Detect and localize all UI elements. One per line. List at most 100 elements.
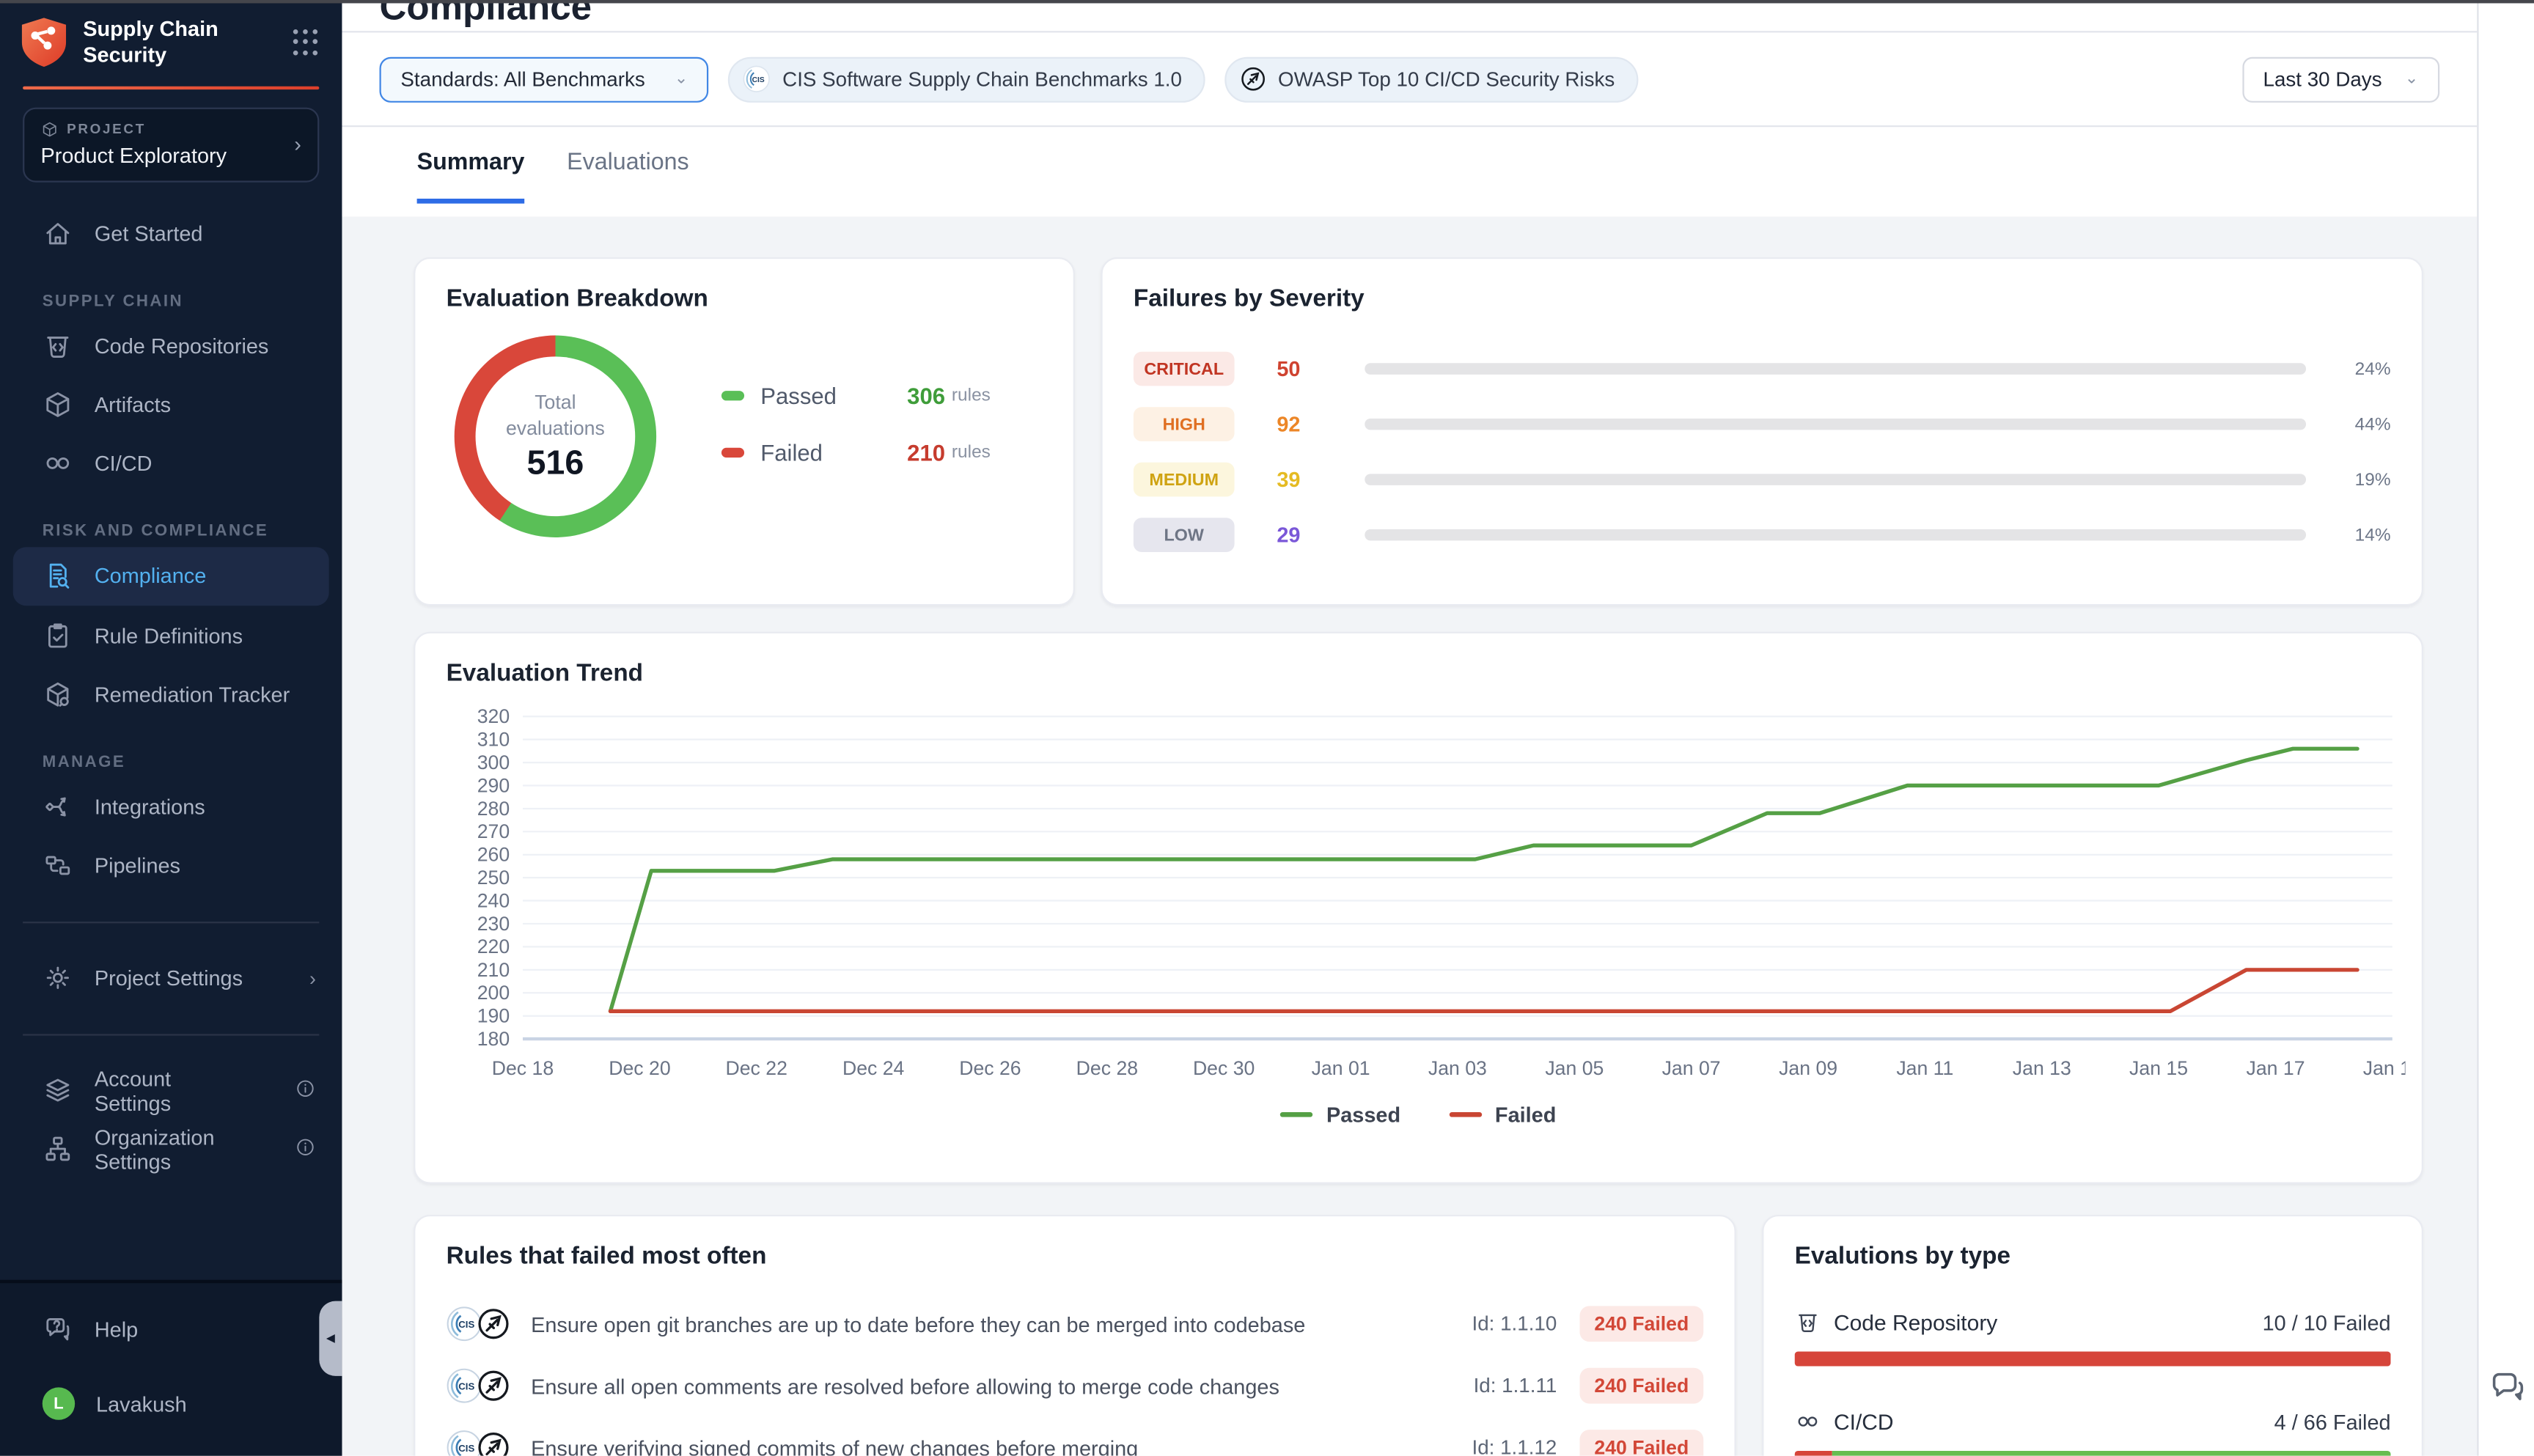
sidebar-item-project-settings[interactable]: Project Settings › [0, 949, 342, 1007]
owasp-logo-icon [476, 1306, 512, 1342]
standards-filter-select[interactable]: Standards: All Benchmarks ⌄ [380, 56, 710, 102]
section-label-manage: MANAGE [43, 753, 342, 771]
svg-text:Jan 05: Jan 05 [1545, 1057, 1604, 1079]
svg-text:CIS: CIS [458, 1319, 474, 1330]
type-row-cicd: CI/CD 4 / 66 Failed [1795, 1408, 2391, 1455]
evaluations-by-type-card: Evalutions by type Code Repository 10 / … [1762, 1215, 2423, 1456]
main-area: Compliance Standards: All Benchmarks ⌄ C… [342, 0, 2477, 1456]
evaluation-trend-card: Evaluation Trend 18019020021022023024025… [414, 632, 2423, 1184]
type-value: 10 / 10 Failed [2263, 1310, 2391, 1334]
avatar: L [43, 1387, 75, 1419]
svg-text:Dec 30: Dec 30 [1193, 1057, 1255, 1079]
svg-text:Jan 15: Jan 15 [2129, 1057, 2188, 1079]
svg-text:Jan 09: Jan 09 [1779, 1057, 1837, 1079]
evaluations-donut-chart: Totalevaluations 516 [455, 336, 656, 537]
trend-legend-failed[interactable]: Failed [1450, 1103, 1557, 1127]
sidebar-divider [23, 921, 319, 922]
section-label-supply-chain: SUPPLY CHAIN [43, 293, 342, 310]
compliance-document-icon [43, 560, 73, 591]
benchmark-chip-owasp[interactable]: OWASP Top 10 CI/CD Security Risks [1224, 56, 1638, 102]
sidebar-item-account-settings[interactable]: Account Settings [0, 1061, 342, 1119]
rule-text: Ensure verifying signed commits of new c… [531, 1435, 1472, 1456]
evaluation-trend-line-chart: 1801902002102202302402502602702802903003… [438, 697, 2405, 1095]
sidebar-item-rule-definitions[interactable]: Rule Definitions [0, 606, 342, 665]
cicd-infinity-icon [43, 448, 73, 479]
rule-row[interactable]: CIS Ensure verifying signed commits of n… [447, 1416, 1704, 1455]
severity-row-critical: CRITICAL 50 24% [1134, 348, 2391, 389]
artifacts-cube-icon [43, 389, 73, 420]
rule-row[interactable]: CIS Ensure all open comments are resolve… [447, 1355, 1704, 1416]
svg-text:210: 210 [477, 959, 510, 981]
svg-text:250: 250 [477, 867, 510, 889]
rule-id: Id: 1.1.10 [1472, 1312, 1557, 1335]
svg-text:Dec 22: Dec 22 [725, 1057, 787, 1079]
card-title: Evalutions by type [1763, 1216, 2421, 1270]
chevron-down-icon: ⌄ [2405, 70, 2419, 88]
svg-text:Jan 17: Jan 17 [2247, 1057, 2305, 1079]
svg-text:CIS: CIS [753, 76, 765, 84]
svg-text:Jan 13: Jan 13 [2013, 1057, 2071, 1079]
integrations-share-icon [43, 791, 73, 822]
svg-text:300: 300 [477, 751, 510, 773]
sidebar-item-artifacts[interactable]: Artifacts [0, 375, 342, 434]
sidebar-item-remediation-tracker[interactable]: Remediation Tracker [0, 665, 342, 724]
brand-name: Supply Chain Security [83, 16, 279, 69]
app-switcher-grid-icon[interactable] [293, 30, 320, 56]
svg-text:200: 200 [477, 982, 510, 1004]
sidebar-item-organization-settings[interactable]: Organization Settings [0, 1119, 342, 1178]
passed-color-swatch [721, 390, 744, 400]
sidebar: Supply Chain Security PROJECT Product Ex… [0, 0, 342, 1456]
sidebar-item-cicd[interactable]: CI/CD [0, 434, 342, 493]
card-title: Rules that failed most often [415, 1216, 1734, 1270]
info-icon[interactable] [295, 1077, 316, 1103]
svg-text:320: 320 [477, 705, 510, 727]
cicd-infinity-icon [1795, 1408, 1821, 1435]
sidebar-item-pipelines[interactable]: Pipelines [0, 837, 342, 895]
svg-text:Jan 01: Jan 01 [1312, 1057, 1370, 1079]
info-icon[interactable] [295, 1136, 316, 1162]
chat-support-icon[interactable] [2489, 1368, 2527, 1407]
tab-evaluations[interactable]: Evaluations [567, 150, 689, 199]
user-name: Lavakush [96, 1391, 187, 1416]
page-title: Compliance [380, 0, 2478, 29]
svg-text:290: 290 [477, 774, 510, 796]
legend-item-passed: Passed 306 rules [721, 382, 991, 408]
benchmark-chip-cis[interactable]: CIS CIS Software Supply Chain Benchmarks… [729, 56, 1205, 102]
sidebar-item-get-started[interactable]: Get Started [0, 205, 342, 263]
sidebar-collapse-handle[interactable]: ◀ [319, 1301, 342, 1376]
owasp-logo-icon [1239, 65, 1267, 93]
pipelines-flow-icon [43, 850, 73, 880]
rule-row[interactable]: CIS Ensure open git branches are up to d… [447, 1293, 1704, 1355]
svg-text:Dec 26: Dec 26 [959, 1057, 1021, 1079]
severity-bar [1365, 474, 2306, 485]
severity-bar [1365, 419, 2306, 430]
severity-badge: CRITICAL [1134, 352, 1235, 386]
failed-value: 210 [907, 439, 945, 466]
sidebar-item-help[interactable]: Help [0, 1299, 342, 1358]
sidebar-item-compliance[interactable]: Compliance [13, 546, 329, 605]
remediation-box-icon [43, 679, 73, 710]
evaluation-breakdown-card: Evaluation Breakdown Totalevaluations 51… [414, 257, 1075, 606]
donut-total-value: 516 [526, 445, 584, 484]
sidebar-nav: Get Started SUPPLY CHAIN Code Repositori… [0, 182, 342, 1280]
trend-legend-passed[interactable]: Passed [1281, 1103, 1400, 1127]
card-title: Evaluation Trend [415, 633, 2421, 687]
type-value: 4 / 66 Failed [2274, 1409, 2391, 1433]
window-top-edge [0, 0, 2534, 3]
sidebar-item-code-repositories[interactable]: Code Repositories [0, 317, 342, 375]
trend-legend: Passed Failed [415, 1103, 2421, 1127]
legend-item-failed: Failed 210 rules [721, 439, 991, 466]
sidebar-user[interactable]: L Lavakush [0, 1375, 342, 1433]
chevron-right-icon: › [309, 966, 316, 989]
owasp-logo-icon [476, 1430, 512, 1456]
svg-text:Jan 11: Jan 11 [1896, 1057, 1953, 1079]
tab-summary[interactable]: Summary [417, 150, 525, 203]
project-selector[interactable]: PROJECT Product Exploratory › [23, 106, 319, 181]
failed-line-swatch [1450, 1112, 1482, 1117]
type-bar [1795, 1451, 2391, 1456]
sidebar-divider [23, 1033, 319, 1034]
severity-percent: 24% [2335, 359, 2391, 379]
date-range-select[interactable]: Last 30 Days ⌄ [2242, 56, 2440, 102]
severity-count: 50 [1277, 356, 1322, 380]
sidebar-item-integrations[interactable]: Integrations [0, 778, 342, 837]
